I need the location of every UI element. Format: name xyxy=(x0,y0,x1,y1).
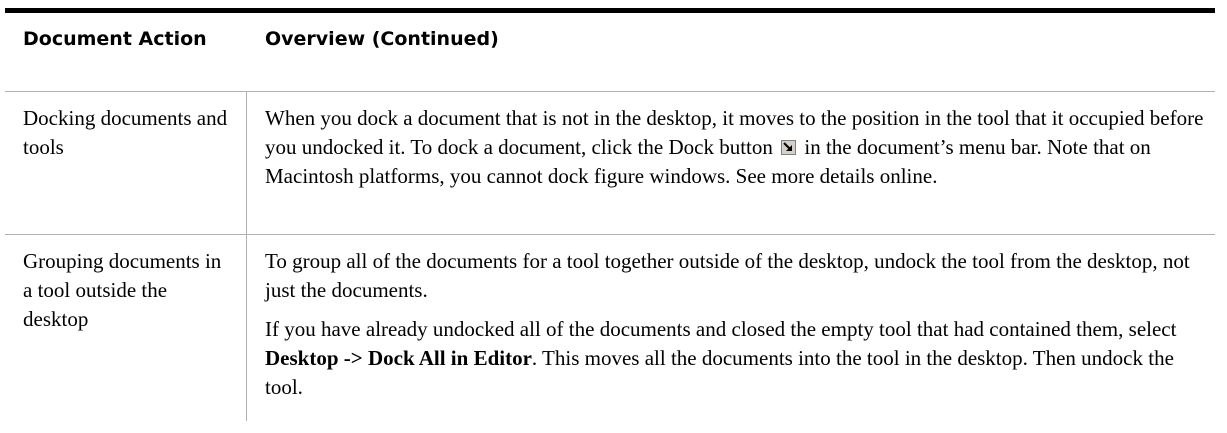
menu-path: Desktop -> Dock All in Editor xyxy=(265,346,532,370)
overview-cell: When you dock a document that is not in … xyxy=(247,92,1215,234)
overview-paragraph: If you have already undocked all of the … xyxy=(265,315,1205,402)
action-cell: Grouping documents in a tool outside the… xyxy=(5,235,247,421)
table-row: Grouping documents in a tool outside the… xyxy=(5,235,1215,421)
document-actions-table: Document Action Overview (Continued) Doc… xyxy=(5,8,1215,421)
overview-paragraph: To group all of the documents for a tool… xyxy=(265,249,1190,302)
header-document-action: Document Action xyxy=(23,28,207,50)
table-row: Docking documents and tools When you doc… xyxy=(5,92,1215,235)
table-header: Document Action Overview (Continued) xyxy=(5,8,1215,92)
dock-icon xyxy=(781,140,797,155)
overview-cell: To group all of the documents for a tool… xyxy=(247,235,1215,421)
overview-text: If you have already undocked all of the … xyxy=(265,317,1177,341)
header-overview: Overview (Continued) xyxy=(265,28,499,50)
action-cell: Docking documents and tools xyxy=(5,92,247,234)
